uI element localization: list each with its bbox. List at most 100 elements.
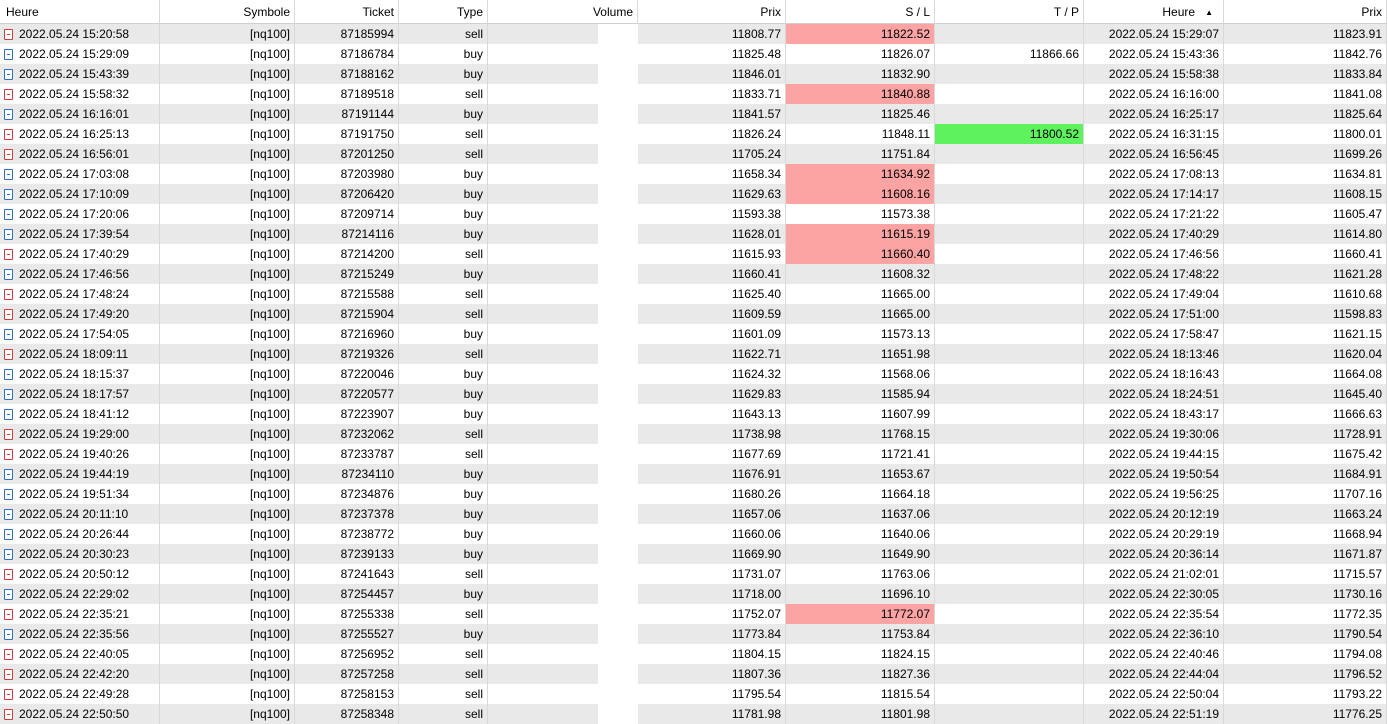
close-time-cell: 2022.05.24 19:30:06 bbox=[1084, 424, 1224, 444]
sell-order-icon bbox=[4, 668, 13, 680]
close-time-cell: 2022.05.24 20:36:14 bbox=[1084, 544, 1224, 564]
buy-order-icon bbox=[4, 368, 13, 380]
open-time-cell: 2022.05.24 17:48:24 bbox=[0, 284, 160, 304]
column-header-tp[interactable]: T / P bbox=[935, 0, 1084, 24]
open-price-cell: 11807.36 bbox=[638, 664, 786, 684]
tp-cell bbox=[935, 344, 1084, 364]
symbol-cell: [nq100] bbox=[160, 84, 295, 104]
close-price-cell: 11772.35 bbox=[1224, 604, 1387, 624]
column-header-open-price[interactable]: Prix bbox=[638, 0, 786, 24]
open-price-cell: 11826.24 bbox=[638, 124, 786, 144]
volume-cell bbox=[488, 644, 638, 664]
close-time-cell: 2022.05.24 16:31:15 bbox=[1084, 124, 1224, 144]
close-price-cell: 11621.15 bbox=[1224, 324, 1387, 344]
column-header-close-price[interactable]: Prix bbox=[1224, 0, 1387, 24]
buy-order-icon bbox=[4, 388, 13, 400]
column-header-ticket[interactable]: Ticket bbox=[295, 0, 399, 24]
close-time-cell: 2022.05.24 17:40:29 bbox=[1084, 224, 1224, 244]
column-header-volume[interactable]: Volume bbox=[488, 0, 638, 24]
volume-cell bbox=[488, 604, 638, 624]
close-price-cell: 11675.42 bbox=[1224, 444, 1387, 464]
open-time-text: 2022.05.24 17:49:20 bbox=[19, 307, 130, 321]
sl-cell: 11637.06 bbox=[786, 504, 935, 524]
column-header-type[interactable]: Type bbox=[399, 0, 488, 24]
symbol-cell: [nq100] bbox=[160, 424, 295, 444]
sl-cell: 11615.19 bbox=[786, 224, 935, 244]
volume-cell bbox=[488, 204, 638, 224]
open-price-cell: 11609.59 bbox=[638, 304, 786, 324]
symbol-cell: [nq100] bbox=[160, 584, 295, 604]
column-header-close-time[interactable]: Heure ▲ bbox=[1084, 0, 1224, 24]
open-price-cell: 11629.83 bbox=[638, 384, 786, 404]
sell-order-icon bbox=[4, 148, 13, 160]
symbol-cell: [nq100] bbox=[160, 264, 295, 284]
open-time-text: 2022.05.24 15:20:58 bbox=[19, 27, 130, 41]
volume-cell bbox=[488, 64, 638, 84]
symbol-cell: [nq100] bbox=[160, 24, 295, 44]
type-cell: buy bbox=[399, 164, 488, 184]
symbol-cell: [nq100] bbox=[160, 684, 295, 704]
type-cell: sell bbox=[399, 24, 488, 44]
type-cell: buy bbox=[399, 464, 488, 484]
column-header-sl[interactable]: S / L bbox=[786, 0, 935, 24]
volume-cell bbox=[488, 224, 638, 244]
close-time-cell: 2022.05.24 18:43:17 bbox=[1084, 404, 1224, 424]
open-time-text: 2022.05.24 16:56:01 bbox=[19, 147, 130, 161]
close-time-cell: 2022.05.24 20:29:19 bbox=[1084, 524, 1224, 544]
type-cell: sell bbox=[399, 644, 488, 664]
open-time-text: 2022.05.24 17:46:56 bbox=[19, 267, 130, 281]
open-time-text: 2022.05.24 22:50:50 bbox=[19, 707, 130, 721]
sl-cell: 11634.92 bbox=[786, 164, 935, 184]
close-price-cell: 11620.04 bbox=[1224, 344, 1387, 364]
symbol-cell: [nq100] bbox=[160, 644, 295, 664]
symbol-cell: [nq100] bbox=[160, 624, 295, 644]
volume-cell bbox=[488, 464, 638, 484]
symbol-cell: [nq100] bbox=[160, 64, 295, 84]
sell-order-icon bbox=[4, 648, 13, 660]
ticket-cell: 87234110 bbox=[295, 464, 399, 484]
symbol-cell: [nq100] bbox=[160, 164, 295, 184]
sl-cell: 11653.67 bbox=[786, 464, 935, 484]
sl-cell: 11801.98 bbox=[786, 704, 935, 724]
tp-cell bbox=[935, 644, 1084, 664]
open-time-text: 2022.05.24 20:26:44 bbox=[19, 527, 130, 541]
type-cell: buy bbox=[399, 484, 488, 504]
ticket-cell: 87258153 bbox=[295, 684, 399, 704]
open-time-text: 2022.05.24 15:43:39 bbox=[19, 67, 130, 81]
volume-cell bbox=[488, 344, 638, 364]
sl-cell: 11607.99 bbox=[786, 404, 935, 424]
close-price-cell: 11841.08 bbox=[1224, 84, 1387, 104]
close-time-cell: 2022.05.24 22:36:10 bbox=[1084, 624, 1224, 644]
open-time-text: 2022.05.24 16:16:01 bbox=[19, 107, 130, 121]
symbol-cell: [nq100] bbox=[160, 564, 295, 584]
close-price-cell: 11790.54 bbox=[1224, 624, 1387, 644]
open-time-text: 2022.05.24 20:50:12 bbox=[19, 567, 130, 581]
symbol-cell: [nq100] bbox=[160, 144, 295, 164]
column-header-open-time[interactable]: Heure bbox=[0, 0, 160, 24]
ticket-cell: 87220577 bbox=[295, 384, 399, 404]
open-price-cell: 11629.63 bbox=[638, 184, 786, 204]
open-time-cell: 2022.05.24 18:15:37 bbox=[0, 364, 160, 384]
sl-cell: 11649.90 bbox=[786, 544, 935, 564]
symbol-cell: [nq100] bbox=[160, 664, 295, 684]
type-cell: sell bbox=[399, 444, 488, 464]
close-time-cell: 2022.05.24 16:56:45 bbox=[1084, 144, 1224, 164]
ticket-cell: 87257258 bbox=[295, 664, 399, 684]
column-header-close-time-label: Heure bbox=[1162, 5, 1196, 19]
close-price-cell: 11605.47 bbox=[1224, 204, 1387, 224]
open-time-text: 2022.05.24 20:30:23 bbox=[19, 547, 130, 561]
open-time-cell: 2022.05.24 22:35:56 bbox=[0, 624, 160, 644]
close-time-cell: 2022.05.24 22:40:46 bbox=[1084, 644, 1224, 664]
open-price-cell: 11593.38 bbox=[638, 204, 786, 224]
tp-cell: 11866.66 bbox=[935, 44, 1084, 64]
open-time-cell: 2022.05.24 17:20:06 bbox=[0, 204, 160, 224]
column-header-symbol[interactable]: Symbole bbox=[160, 0, 295, 24]
ticket-cell: 87239133 bbox=[295, 544, 399, 564]
tp-cell bbox=[935, 424, 1084, 444]
ticket-cell: 87215249 bbox=[295, 264, 399, 284]
tp-cell bbox=[935, 524, 1084, 544]
buy-order-icon bbox=[4, 628, 13, 640]
open-time-cell: 2022.05.24 20:26:44 bbox=[0, 524, 160, 544]
sell-order-icon bbox=[4, 288, 13, 300]
sl-cell: 11826.07 bbox=[786, 44, 935, 64]
